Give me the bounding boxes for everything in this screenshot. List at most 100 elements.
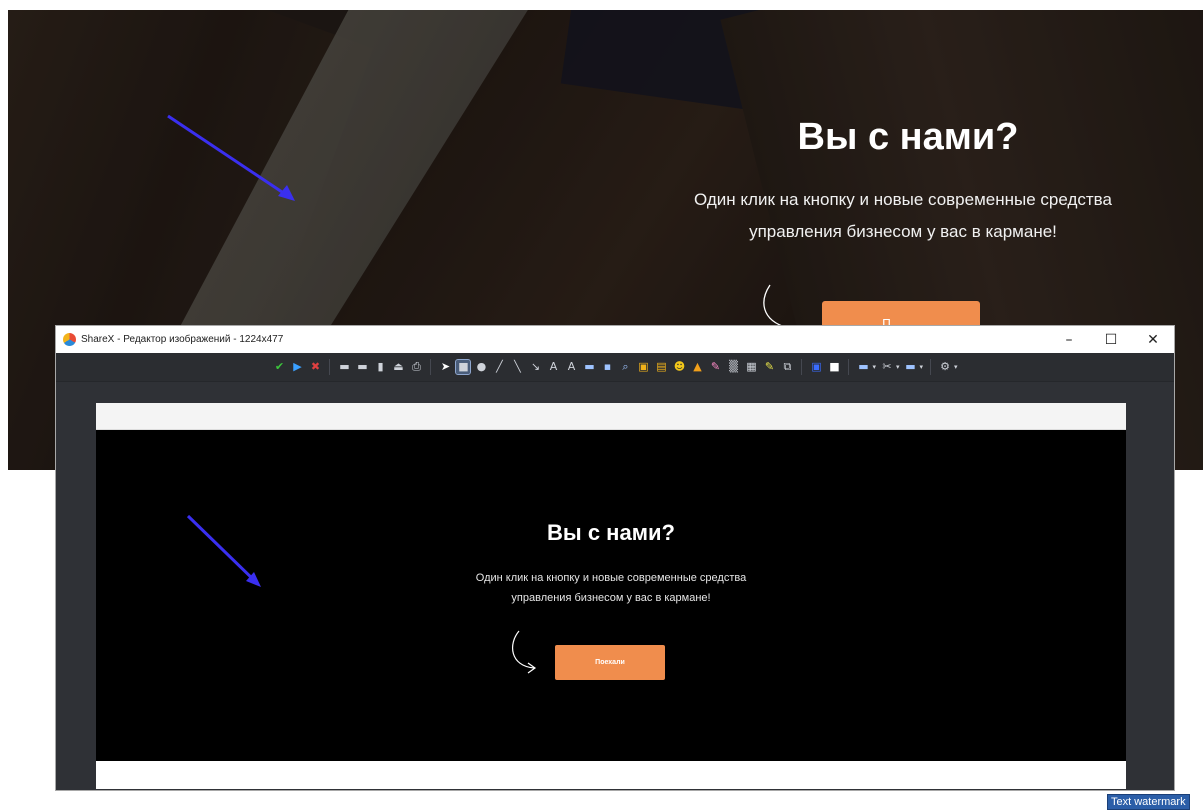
captured-cta-button: Поехали	[555, 645, 665, 680]
save-as-tool-button[interactable]: ▬	[355, 360, 369, 374]
confirm-icon: ✔	[274, 360, 285, 373]
freehand-tool-button[interactable]: ╱	[492, 360, 506, 374]
copy-icon: ▮	[377, 360, 384, 373]
arrow-tool-button[interactable]: ↘	[528, 360, 542, 374]
border-color-icon: ▣	[811, 360, 822, 373]
captured-image: Вы с нами? Один клик на кнопку и новые с…	[96, 430, 1126, 761]
sticker-icon: ☻	[673, 360, 686, 373]
maximize-icon: ☐	[1104, 331, 1118, 348]
minimize-button[interactable]: –	[1048, 326, 1090, 353]
select-icon: ➤	[440, 360, 451, 373]
edit-options-icon: ✂	[882, 360, 892, 373]
cursor-tool-button[interactable]: ▲	[690, 360, 704, 374]
toolbar-separator	[430, 359, 432, 375]
magnify-tool-button[interactable]: ⌕	[618, 360, 632, 374]
captured-description: Один клик на кнопку и новые современные …	[426, 568, 796, 608]
chevron-down-icon[interactable]: ▾	[872, 363, 876, 371]
window-title: ShareX - Редактор изображений - 1224x477	[81, 334, 284, 345]
highlight-tool-button[interactable]: ✎	[762, 360, 776, 374]
image-file-icon: ▣	[638, 360, 649, 373]
image-options-button[interactable]: ▬	[856, 360, 870, 374]
fill-color-button[interactable]: ■	[827, 360, 841, 374]
annotation-arrowhead-icon	[246, 572, 261, 587]
chevron-down-icon[interactable]: ▾	[896, 363, 900, 371]
rectangle-icon: ■	[458, 360, 469, 373]
fill-color-icon: ■	[829, 360, 840, 373]
canvas-top-strip	[96, 403, 1126, 430]
toolbar-separator	[848, 359, 850, 375]
save-tool-button[interactable]: ▬	[337, 360, 351, 374]
text-outline-icon: A	[549, 360, 558, 373]
continue-tool-button[interactable]: ▶	[290, 360, 304, 374]
chevron-down-icon[interactable]: ▾	[954, 363, 958, 371]
upload-icon: ⏏	[393, 360, 404, 373]
rectangle-tool-button[interactable]: ■	[455, 359, 472, 375]
arrow-icon: ↘	[530, 360, 541, 373]
canvas-bottom-strip	[96, 761, 1126, 789]
continue-icon: ▶	[293, 360, 302, 373]
highlight-icon: ✎	[764, 360, 775, 373]
image-screen-icon: ▤	[656, 360, 667, 373]
magnify-icon: ⌕	[622, 360, 629, 373]
step-tool-button[interactable]: ▪	[600, 360, 614, 374]
confirm-tool-button[interactable]: ✔	[272, 360, 286, 374]
freehand-icon: ╱	[496, 360, 503, 373]
speech-balloon-tool-button[interactable]: ▬	[582, 360, 596, 374]
sharex-editor-window: ShareX - Редактор изображений - 1224x477…	[55, 325, 1175, 791]
copy-tool-button[interactable]: ▮	[373, 360, 387, 374]
step-icon: ▪	[603, 360, 612, 373]
image-screen-tool-button[interactable]: ▤	[654, 360, 668, 374]
minimize-icon: –	[1065, 331, 1073, 348]
curved-arrow-icon	[511, 630, 535, 669]
print-tool-button[interactable]: ⎙	[409, 360, 423, 374]
image-options-icon: ▬	[858, 360, 869, 373]
editor-canvas[interactable]: Вы с нами? Один клик на кнопку и новые с…	[96, 403, 1126, 789]
text-background-tool-button[interactable]: A	[564, 360, 578, 374]
crop-tool-button[interactable]: ⧉	[780, 360, 794, 374]
sticker-tool-button[interactable]: ☻	[672, 360, 686, 374]
smart-eraser-tool-button[interactable]: ✎	[708, 360, 722, 374]
window-titlebar[interactable]: ShareX - Редактор изображений - 1224x477…	[56, 326, 1174, 353]
maximize-button[interactable]: ☐	[1090, 326, 1132, 353]
toolbar-separator	[801, 359, 803, 375]
curved-arrow-icon	[763, 284, 789, 329]
editor-toolbar: ✔ ▶ ✖ ▬ ▬ ▮ ⏏ ⎙ ➤ ■ ● ╱ ╲ ↘ A A ▬ ▪ ⌕ ▣ ▤ ☻ ▲ ✎ ▒ ▦ ✎ ⧉ ▣ ■ ▬ ▾ ✂ ▾ ▬ ▾ ⚙ ▾	[56, 353, 1174, 382]
close-icon: ✕	[1147, 331, 1159, 348]
cursor-icon: ▲	[693, 360, 702, 373]
chevron-down-icon[interactable]: ▾	[920, 363, 924, 371]
annotation-arrow-icon	[167, 114, 292, 200]
toolbar-separator	[329, 359, 331, 375]
text-background-icon: A	[567, 360, 576, 373]
settings-button[interactable]: ⚙	[938, 360, 952, 374]
close-button[interactable]: ✕	[1132, 326, 1174, 353]
curved-arrow-head-icon	[527, 662, 537, 674]
blur-tool-button[interactable]: ▒	[726, 360, 740, 374]
save-as-icon: ▬	[357, 360, 368, 373]
cancel-tool-button[interactable]: ✖	[308, 360, 322, 374]
save-icon: ▬	[339, 360, 350, 373]
line-tool-button[interactable]: ╲	[510, 360, 524, 374]
text-outline-tool-button[interactable]: A	[546, 360, 560, 374]
captured-title: Вы с нами?	[547, 520, 675, 545]
blur-icon: ▒	[729, 360, 738, 373]
crop-icon: ⧉	[783, 360, 792, 373]
captured-description-line: Один клик на кнопку и новые современные …	[475, 572, 747, 584]
image-file-tool-button[interactable]: ▣	[636, 360, 650, 374]
border-color-button[interactable]: ▣	[809, 360, 823, 374]
capture-options-icon: ▬	[905, 360, 916, 373]
edit-options-button[interactable]: ✂	[880, 360, 894, 374]
select-tool-button[interactable]: ➤	[438, 360, 452, 374]
pixelate-icon: ▦	[746, 360, 757, 373]
line-icon: ╲	[514, 360, 521, 373]
ellipse-tool-button[interactable]: ●	[474, 360, 488, 374]
upload-tool-button[interactable]: ⏏	[391, 360, 405, 374]
smart-eraser-icon: ✎	[710, 360, 721, 373]
capture-options-button[interactable]: ▬	[904, 360, 918, 374]
pixelate-tool-button[interactable]: ▦	[744, 360, 758, 374]
print-icon: ⎙	[412, 360, 421, 373]
toolbar-separator	[930, 359, 932, 375]
sharex-app-icon	[63, 333, 76, 346]
settings-icon: ⚙	[940, 360, 950, 373]
captured-description-line: управления бизнесом у вас в кармане!	[511, 592, 711, 604]
annotation-arrowhead-icon	[278, 185, 295, 201]
